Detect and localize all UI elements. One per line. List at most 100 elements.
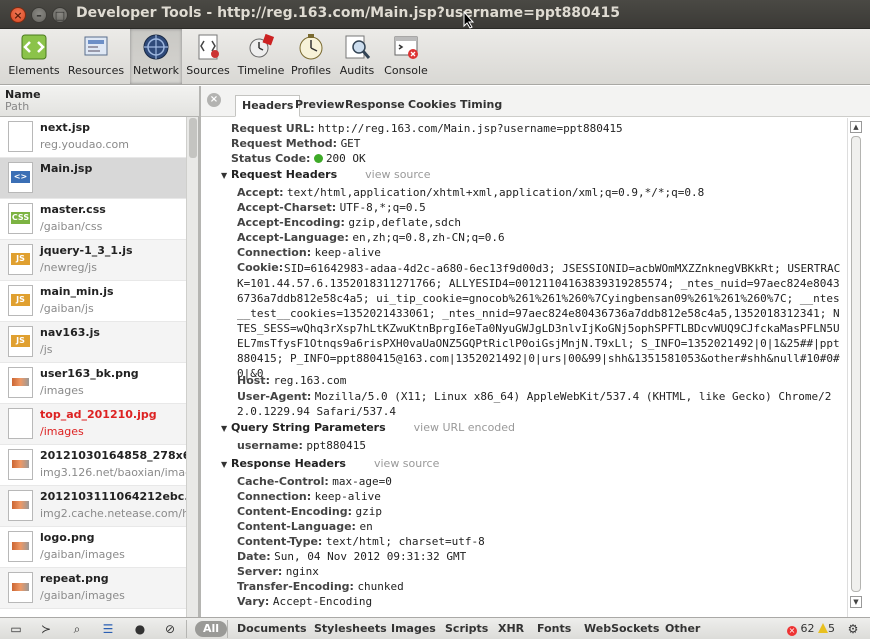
resource-row[interactable]: JS jquery-1_3_1.js/newreg/js bbox=[0, 240, 186, 281]
scroll-up-icon[interactable]: ▲ bbox=[850, 121, 862, 133]
disclosure-triangle-icon: ▼ bbox=[221, 424, 228, 433]
header-value: chunked bbox=[357, 580, 404, 593]
header-row: Date: Sun, 04 Nov 2012 09:31:32 GMT bbox=[237, 550, 466, 563]
resource-row[interactable]: top_ad_201210.jpg/images bbox=[0, 404, 186, 445]
header-row: Cache-Control: max-age=0 bbox=[237, 475, 392, 488]
dock-icon[interactable]: ▭ bbox=[8, 621, 24, 637]
header-row: Connection: keep-alive bbox=[237, 246, 381, 259]
scrollbar-thumb[interactable] bbox=[851, 136, 861, 592]
host-value: reg.163.com bbox=[273, 374, 347, 387]
css-file-icon: CSS bbox=[8, 203, 33, 234]
tab-timing[interactable]: Timing bbox=[454, 95, 508, 117]
resource-row[interactable]: 2012103111064212ebc.jpg img2.cache.neteas… bbox=[0, 486, 186, 527]
resource-row[interactable]: user163_bk.png/images bbox=[0, 363, 186, 404]
window-titlebar[interactable]: × – □ Developer Tools - http://reg.163.c… bbox=[0, 0, 870, 29]
response-headers-section[interactable]: ▼ Response Headers view source bbox=[221, 457, 439, 470]
request-view-source-link[interactable]: view source bbox=[365, 168, 430, 181]
header-row-host: Host: reg.163.com bbox=[237, 374, 346, 387]
toolbar-profiles[interactable]: Profiles bbox=[289, 29, 333, 84]
filter-images[interactable]: Images bbox=[391, 621, 436, 637]
header-value: Accept-Encoding bbox=[272, 595, 373, 608]
toolbar-label: Resources bbox=[67, 64, 125, 77]
console-drawer-icon[interactable]: ≻ bbox=[38, 621, 54, 637]
filter-stylesheets[interactable]: Stylesheets bbox=[314, 621, 387, 637]
error-count[interactable]: × 62 bbox=[787, 622, 815, 636]
resource-row[interactable]: repeat.png/gaiban/images bbox=[0, 568, 186, 609]
resource-name: next.jsp bbox=[40, 121, 91, 134]
clear-icon[interactable]: ⊘ bbox=[162, 621, 178, 637]
window-close-button[interactable]: × bbox=[10, 7, 26, 23]
resource-path: reg.youdao.com bbox=[40, 138, 129, 151]
header-value: text/html,application/xhtml+xml,applicat… bbox=[287, 186, 705, 199]
image-file-icon bbox=[8, 367, 33, 398]
separator bbox=[227, 620, 228, 638]
filter-all[interactable]: All bbox=[195, 621, 228, 637]
request-method-value: GET bbox=[340, 137, 361, 150]
window-minimize-button[interactable]: – bbox=[31, 7, 47, 23]
resource-row[interactable]: 20121030164858_278x69.jpg img3.126.net/ba… bbox=[0, 445, 186, 486]
resource-row[interactable]: next.jsp reg.youdao.com bbox=[0, 117, 186, 158]
header-key: Content-Encoding: bbox=[237, 505, 353, 518]
scroll-down-icon[interactable]: ▼ bbox=[850, 596, 862, 608]
resource-row[interactable]: <> Main.jsp bbox=[0, 158, 186, 199]
filter-websockets[interactable]: WebSockets bbox=[584, 621, 659, 637]
mouse-cursor-icon bbox=[463, 11, 475, 29]
record-icon[interactable]: ● bbox=[132, 621, 148, 637]
query-param-key: username: bbox=[237, 439, 303, 452]
resource-name: main_min.js bbox=[40, 285, 114, 298]
request-method-label: Request Method: bbox=[231, 137, 338, 150]
scrollbar-thumb[interactable] bbox=[189, 118, 197, 158]
filter-other[interactable]: Other bbox=[665, 621, 700, 637]
resource-row[interactable]: CSS master.css/gaiban/css bbox=[0, 199, 186, 240]
close-detail-icon[interactable]: × bbox=[207, 93, 221, 107]
list-view-icon[interactable]: ☰ bbox=[100, 621, 116, 637]
request-headers-section[interactable]: ▼ Request Headers view source bbox=[221, 168, 431, 181]
header-value: gzip,deflate,sdch bbox=[348, 216, 461, 229]
header-value: keep-alive bbox=[314, 490, 381, 503]
toolbar-sources[interactable]: Sources bbox=[184, 29, 232, 84]
resource-name: Main.jsp bbox=[40, 162, 93, 175]
toolbar-console[interactable]: Console bbox=[381, 29, 431, 84]
detail-tabs: × Headers Preview Response Cookies Timin… bbox=[201, 86, 870, 117]
header-row: Transfer-Encoding: chunked bbox=[237, 580, 404, 593]
resource-path: /images bbox=[40, 384, 84, 397]
resource-list-scrollbar[interactable] bbox=[186, 117, 199, 617]
header-row-user-agent: User-Agent: Mozilla/5.0 (X11; Linux x86_… bbox=[237, 389, 842, 419]
header-key: Server: bbox=[237, 565, 283, 578]
gear-icon[interactable]: ⚙ bbox=[845, 621, 861, 637]
filter-documents[interactable]: Documents bbox=[237, 621, 307, 637]
filter-scripts[interactable]: Scripts bbox=[445, 621, 488, 637]
resource-name: nav163.js bbox=[40, 326, 100, 339]
network-icon bbox=[143, 34, 169, 60]
resource-row[interactable]: logo.png/gaiban/images bbox=[0, 527, 186, 568]
toolbar-resources[interactable]: Resources bbox=[66, 29, 126, 84]
header-row: Accept-Encoding: gzip,deflate,sdch bbox=[237, 216, 461, 229]
header-key: Transfer-Encoding: bbox=[237, 580, 354, 593]
resource-row[interactable]: JS main_min.js/gaiban/js bbox=[0, 281, 186, 322]
timeline-icon bbox=[249, 33, 275, 58]
resource-list[interactable]: next.jsp reg.youdao.com <> Main.jsp CSS maste… bbox=[0, 117, 186, 617]
header-key: Content-Type: bbox=[237, 535, 323, 548]
filter-fonts[interactable]: Fonts bbox=[537, 621, 571, 637]
header-key: Accept: bbox=[237, 186, 284, 199]
query-string-section[interactable]: ▼ Query String Parameters view URL encoded bbox=[221, 421, 515, 434]
warning-count[interactable]: 5 bbox=[818, 622, 835, 635]
header-key: Accept-Encoding: bbox=[237, 216, 345, 229]
resource-name: 20121030164858_278x69.jpg bbox=[40, 449, 186, 462]
resource-row[interactable]: JS nav163.js/js bbox=[0, 322, 186, 363]
window-maximize-button[interactable]: □ bbox=[52, 7, 68, 23]
search-icon[interactable]: ⌕ bbox=[69, 621, 85, 637]
toolbar-elements[interactable]: Elements bbox=[6, 29, 62, 84]
view-url-encoded-link[interactable]: view URL encoded bbox=[414, 421, 515, 434]
filter-xhr[interactable]: XHR bbox=[498, 621, 524, 637]
toolbar-audits[interactable]: Audits bbox=[337, 29, 377, 84]
resource-name: logo.png bbox=[40, 531, 95, 544]
toolbar-network[interactable]: Network bbox=[130, 29, 182, 84]
detail-scrollbar[interactable]: ▲ ▼ bbox=[847, 118, 864, 617]
profiles-icon bbox=[299, 34, 323, 60]
response-view-source-link[interactable]: view source bbox=[374, 457, 439, 470]
tab-response[interactable]: Response bbox=[339, 95, 411, 117]
toolbar-timeline[interactable]: Timeline bbox=[236, 29, 286, 84]
query-param-row: username: ppt880415 bbox=[237, 439, 366, 452]
resource-list-header[interactable]: Name Path bbox=[0, 86, 200, 117]
